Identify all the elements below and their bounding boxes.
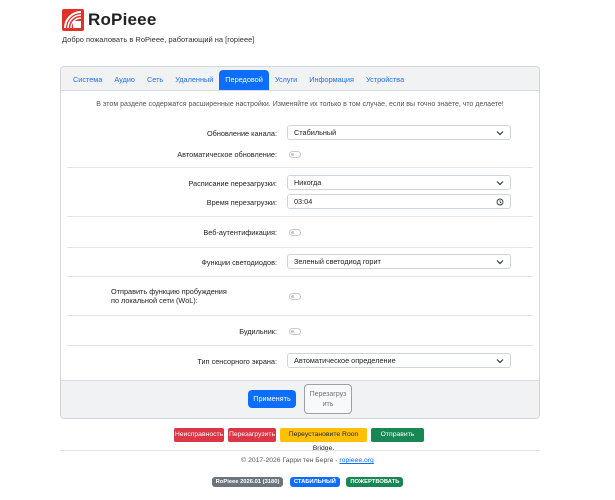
web-auth-toggle[interactable]: [289, 229, 301, 236]
logo-row: RoPieee: [62, 9, 254, 31]
reboot-button-line1: Перезагруз: [309, 391, 347, 398]
divider: [67, 276, 533, 277]
tab-audio[interactable]: Аудио: [108, 70, 141, 90]
tab-devices[interactable]: Устройства: [360, 70, 410, 90]
reboot-button[interactable]: Перезагруз ить: [304, 384, 352, 414]
apply-button[interactable]: Применять: [248, 390, 296, 408]
reboot-time-value: 03:04: [294, 197, 313, 206]
touch-screen-select[interactable]: Автоматическое определение: [287, 353, 511, 368]
reboot-time-input[interactable]: 03:04: [287, 194, 511, 209]
donate-badge[interactable]: ПОЖЕРТВОВАТЬ: [346, 477, 404, 487]
reboot-time-label: Время перезагрузки:: [206, 198, 277, 207]
channel-badge: СТАБИЛЬНЫЙ: [289, 477, 340, 487]
divider: [67, 345, 533, 346]
wol-label: Отправить функцию пробуждения по локальн…: [101, 287, 271, 305]
tab-system[interactable]: Система: [67, 70, 108, 90]
alarm-toggle[interactable]: [289, 328, 301, 335]
restart-button[interactable]: Перезагрузить: [228, 428, 276, 442]
led-function-label: Функции светодиодов:: [201, 258, 277, 267]
divider: [67, 315, 533, 316]
web-auth-label: Веб-аутентификация:: [203, 228, 277, 237]
chevron-down-icon: [496, 181, 504, 186]
led-function-value: Зеленый светодиод горит: [294, 257, 381, 266]
chevron-down-icon: [496, 359, 504, 364]
chevron-down-icon: [496, 131, 504, 136]
touch-screen-value: Автоматическое определение: [294, 356, 396, 365]
update-channel-value: Стабильный: [294, 128, 337, 137]
tab-remote[interactable]: Удаленный: [169, 70, 219, 90]
reboot-schedule-select[interactable]: Никогда: [287, 175, 511, 190]
alarm-label: Будильник:: [239, 327, 277, 336]
reinstall-roon-button[interactable]: Переустановите Roon Bridge.: [280, 428, 367, 452]
ropieee-logo-icon: [62, 9, 84, 31]
reboot-button-line2: ить: [322, 401, 334, 408]
app-title: RoPieee: [88, 10, 157, 29]
update-channel-label: Обновление канала:: [206, 129, 277, 138]
auto-update-toggle[interactable]: [289, 151, 301, 158]
reboot-schedule-value: Никогда: [294, 178, 322, 187]
welcome-text: Добро пожаловать в RoPieee, работающий н…: [62, 35, 255, 44]
footer-divider: [60, 450, 540, 451]
led-function-select[interactable]: Зеленый светодиод горит: [287, 254, 511, 269]
tab-services[interactable]: Услуги: [269, 70, 303, 90]
badges: RoPieee 2026.01 (3180) СТАБИЛЬНЫЙ ПОЖЕРТ…: [0, 470, 615, 488]
divider: [67, 167, 533, 168]
wol-label-line1: Отправить функцию пробуждения: [111, 287, 227, 296]
touch-screen-label: Тип сенсорного экрана:: [197, 357, 277, 366]
tab-advanced[interactable]: Передовой: [219, 70, 269, 90]
tab-bar: Система Аудио Сеть Удаленный Передовой У…: [61, 67, 539, 91]
divider: [67, 247, 533, 248]
settings-card: Система Аудио Сеть Удаленный Передовой У…: [60, 66, 540, 419]
auto-update-label: Автоматическое обновление:: [177, 150, 277, 159]
tab-info[interactable]: Информация: [303, 70, 360, 90]
broken-button[interactable]: Неисправность: [174, 428, 224, 442]
wol-label-line2: по локальной сети (WoL):: [111, 296, 198, 305]
header: RoPieee Добро пожаловать в RoPieee, рабо…: [62, 9, 254, 44]
copyright: © 2017-2026 Гарри тен Берге - ropieee.or…: [0, 457, 615, 464]
advanced-notice: В этом разделе содержатся расширенные на…: [96, 101, 504, 108]
ropieee-link[interactable]: ropieee.org: [339, 457, 373, 464]
divider: [67, 216, 533, 217]
copyright-text: © 2017-2026 Гарри тен Берге -: [241, 457, 340, 464]
chevron-down-icon: [496, 260, 504, 265]
clock-icon[interactable]: [496, 198, 504, 206]
reboot-schedule-label: Расписание перезагрузки:: [188, 179, 277, 188]
update-channel-select[interactable]: Стабильный: [287, 125, 511, 140]
wol-toggle[interactable]: [289, 293, 301, 300]
card-footer: Применять Перезагруз ить: [61, 380, 539, 418]
tab-network[interactable]: Сеть: [141, 70, 169, 90]
version-badge: RoPieee 2026.01 (3180): [211, 477, 284, 487]
feedback-button[interactable]: Отправить отзыв: [371, 428, 424, 452]
